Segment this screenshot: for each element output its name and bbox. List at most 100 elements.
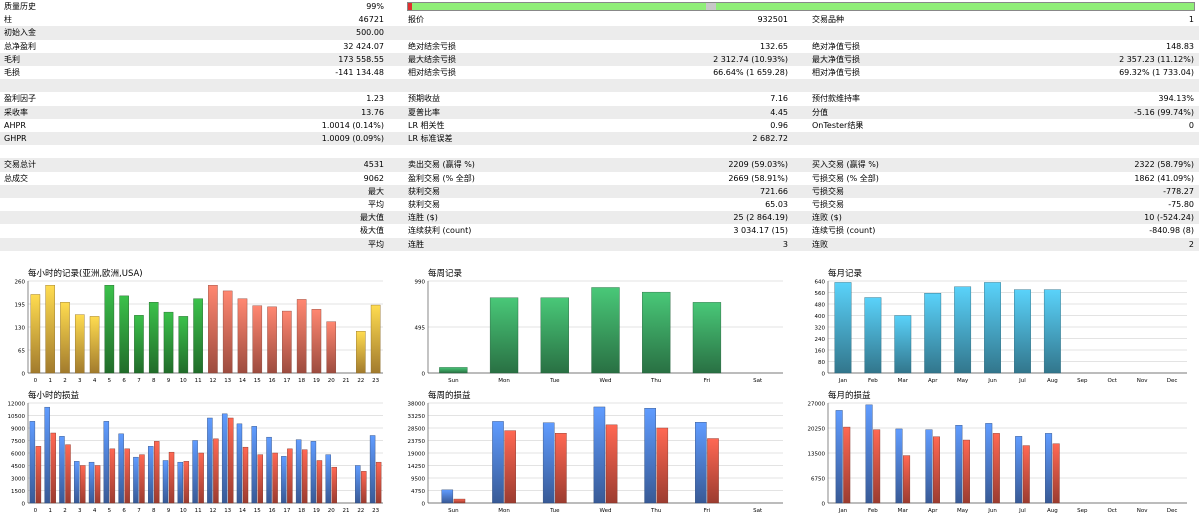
y-tick-label: 20250	[808, 427, 826, 433]
loss-bar	[35, 446, 42, 504]
x-tick-label: Dec	[1167, 378, 1178, 384]
bar	[642, 291, 671, 374]
report-label-1	[4, 224, 184, 237]
profit-bar	[492, 421, 504, 504]
profit-bar	[44, 406, 50, 504]
report-row: 平均 连胜 3 连败 2	[0, 237, 1199, 251]
y-tick-label: 130	[15, 326, 26, 332]
loss-bar	[903, 455, 911, 504]
x-tick-label: 8	[152, 508, 156, 514]
loss-bar	[453, 498, 466, 504]
x-tick-label: 14	[239, 378, 246, 384]
x-tick-label: 12	[209, 508, 216, 514]
bar	[1043, 289, 1061, 374]
x-tick-label: Sep	[1077, 508, 1088, 514]
report-label-2: 连胜 ($)	[408, 213, 438, 223]
report-label-1: AHPR	[4, 120, 26, 130]
report-value-3: -840.98 (8)	[1149, 226, 1194, 236]
profit-bar	[310, 441, 317, 504]
report-value-3: 0	[1188, 120, 1194, 130]
report-value-2: 25 (2 864.19)	[733, 213, 788, 223]
report-value-1	[180, 251, 384, 264]
loss-bar	[933, 436, 940, 504]
profit-bar	[955, 425, 963, 504]
x-tick-label: 0	[34, 378, 38, 384]
x-tick-label: Jul	[1018, 378, 1026, 384]
x-tick-label: Feb	[868, 378, 878, 384]
report-row: 交易总计 4531 卖出交易 (赢得 %) 2209 (59.03%) 买入交易 (赢得…	[0, 158, 1199, 172]
report-label-1: 交易总计	[4, 160, 36, 170]
report-row: 总成交 9062 盈利交易 (% 全部) 2669 (58.91%) 亏损交易 (% 全…	[0, 172, 1199, 185]
chart-svg: 0 4750 9500 14250 19000 23750 28500 33250 38000 S…	[408, 402, 783, 514]
x-tick-label: Apr	[928, 378, 938, 384]
report-label-2: 获利交易	[408, 186, 440, 196]
weekly-records-chart: 每周记录 0 495 990 Sun Mon Tue Wed Thu Fri Sat	[400, 265, 795, 387]
x-tick-label: 4	[93, 378, 97, 384]
report-value-3	[1000, 26, 1194, 39]
y-tick-label: 3000	[11, 477, 25, 483]
report-value-1: 最大值	[360, 213, 384, 223]
y-tick-label: 240	[815, 337, 826, 343]
report-row: 毛损 -141 134.48 相对结余亏损 66.64% (1 659.28) 相对净值…	[0, 66, 1199, 79]
profit-bar	[74, 461, 80, 504]
x-tick-label: Sat	[753, 378, 763, 384]
report-row: 初始入金 500.00	[0, 26, 1199, 40]
x-tick-label: Wed	[600, 378, 612, 384]
report-value-2: 2 312.74 (10.93%)	[713, 54, 788, 64]
chart-svg: 0 495 990 Sun Mon Tue Wed Thu Fri Sat	[415, 280, 783, 384]
report-value-3: 1862 (41.09%)	[1134, 173, 1194, 183]
loss-bar	[242, 446, 249, 504]
report-value-3: 1	[1188, 15, 1194, 25]
x-tick-label: Jun	[987, 508, 997, 514]
report-value-2: 65.03	[765, 200, 788, 209]
loss-bar	[154, 441, 160, 504]
x-tick-label: 21	[343, 378, 350, 384]
report-row: 采收率 13.76 夏普比率 4.45 分值 -5.16 (99.74%)	[0, 105, 1199, 119]
x-tick-label: Aug	[1047, 508, 1058, 514]
report-label-3: 连续亏损 (count)	[812, 226, 876, 236]
loss-bar	[316, 460, 323, 504]
profit-bar	[177, 461, 184, 504]
report-label-1: 盈利因子	[4, 94, 36, 104]
report-value-3: -75.80	[1168, 200, 1194, 209]
profit-bar	[835, 410, 843, 504]
report-label-1	[4, 79, 184, 92]
y-tick-label: 495	[415, 326, 426, 332]
bar	[60, 302, 70, 374]
y-tick-label: 14250	[408, 464, 426, 470]
profit-bar	[103, 421, 110, 504]
bar	[193, 298, 203, 374]
x-tick-label: Sat	[753, 508, 763, 514]
x-tick-label: May	[957, 378, 969, 384]
report-value-1: 173 558.55	[338, 54, 384, 64]
profit-bar	[985, 423, 993, 504]
profit-bar	[251, 426, 257, 504]
quality-history-bar	[407, 2, 1195, 11]
y-tick-label: 80	[818, 360, 825, 366]
y-tick-label: 320	[815, 326, 826, 332]
loss-bar	[287, 448, 293, 504]
profit-bar	[281, 456, 287, 504]
y-tick-label: 6000	[11, 452, 25, 458]
loss-bar	[301, 449, 308, 504]
chart-title: 每周记录	[428, 269, 463, 279]
bar	[1014, 289, 1031, 374]
y-tick-label: 4750	[411, 489, 425, 495]
y-tick-label: 990	[415, 280, 426, 286]
loss-bar	[50, 432, 56, 504]
report-label-2	[408, 251, 608, 264]
report-value-1: 1.23	[366, 94, 384, 104]
report-label-3: 亏损交易 (% 全部)	[812, 173, 879, 183]
x-tick-label: Mon	[498, 508, 510, 514]
x-tick-label: Jan	[838, 378, 848, 384]
bar	[148, 302, 159, 374]
x-tick-label: 19	[313, 508, 320, 514]
chart-title: 每月的损益	[828, 391, 871, 401]
profit-bar	[162, 460, 169, 504]
report-value-1: 1.0009 (0.09%)	[321, 134, 384, 143]
report-label-3	[812, 145, 1012, 158]
y-tick-label: 0	[422, 372, 426, 378]
bar	[311, 309, 322, 374]
x-tick-label: Thu	[650, 508, 661, 514]
profit-bar	[221, 413, 228, 504]
